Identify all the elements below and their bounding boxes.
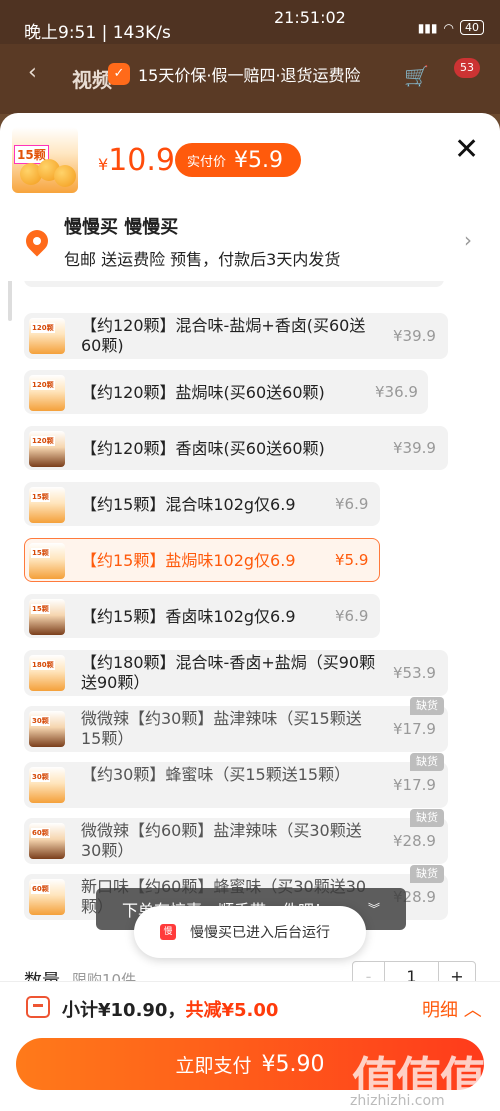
option-thumb-tag: 60颗	[31, 828, 50, 838]
option-label: 【约15颗】香卤味102g仅6.9	[81, 607, 296, 626]
address-desc[interactable]: 包邮 送运费险 预售，付款后3天内发货	[64, 246, 340, 270]
option-thumbnail: 30颗	[29, 767, 65, 803]
cart-icon: 🛒	[404, 64, 429, 88]
original-price-value: 10.9	[108, 143, 175, 178]
option-thumb-tag: 30颗	[31, 716, 50, 726]
order-summary: 小计¥10.90，共减¥5.00 明细 ︿	[0, 981, 500, 1031]
chevron-right-icon[interactable]: ›	[464, 228, 472, 252]
option-price: ¥53.9	[393, 664, 436, 682]
pay-button-amount: ¥5.90	[261, 1051, 325, 1077]
option-label: 【约15颗】盐焗味102g仅6.9	[81, 551, 296, 570]
option-thumbnail: 180颗	[29, 655, 65, 691]
option-thumbnail: 120颗	[29, 375, 65, 411]
option-price: ¥39.9	[393, 439, 436, 457]
background-title: 视频	[72, 68, 112, 92]
option-label: 【约120颗】盐焗味(买60送60颗)	[81, 383, 325, 402]
option-thumb-tag: 15颗	[31, 604, 50, 614]
original-price: ¥10.9	[98, 143, 175, 178]
status-clock: 21:51:02	[274, 8, 346, 27]
watermark-url: zhizhizhi.com	[350, 1093, 445, 1109]
sku-option-selected[interactable]: 15颗 【约15颗】盐焗味102g仅6.9 ¥5.9	[24, 538, 380, 582]
actual-price-value: ¥5.9	[234, 148, 283, 173]
sku-option[interactable]: 15颗 【约15颗】混合味102g仅6.9 ¥6.9	[24, 482, 380, 526]
option-price: ¥6.9	[335, 495, 369, 513]
option-thumbnail: 15颗	[29, 543, 65, 579]
option-price: ¥39.9	[393, 327, 436, 345]
out-of-stock-badge: 缺货	[410, 697, 444, 715]
product-ball-icon	[54, 165, 76, 187]
status-icons: ▮▮▮ ◠ 40	[418, 20, 484, 35]
option-thumb-tag: 60颗	[31, 884, 50, 894]
background-run-text: 慢慢买已进入后台运行	[190, 925, 330, 941]
sku-option[interactable]: 180颗 【约180颗】混合味-香卤+盐焗（买90颗送90颗） ¥53.9	[24, 650, 448, 696]
status-left-text: 晚上9:51 | 143K/s	[24, 23, 171, 43]
discount-text: 共减¥5.00	[185, 1000, 279, 1021]
actual-price-label: 实付价	[187, 154, 227, 170]
sku-option[interactable]: 120颗 【约120颗】混合味-盐焗+香卤(买60送60颗) ¥39.9	[24, 313, 448, 359]
product-thumbnail[interactable]: 15颗	[12, 127, 78, 193]
option-thumb-tag: 15颗	[31, 548, 50, 558]
actual-price-pill: 实付价 ¥5.9	[175, 143, 301, 177]
out-of-stock-badge: 缺货	[410, 809, 444, 827]
sku-option-list[interactable]: 120颗 【约120颗】混合味-盐焗+香卤(买60送60颗) ¥39.9 120…	[0, 281, 500, 949]
option-label: 【约120颗】香卤味(买60送60颗)	[81, 439, 325, 458]
option-thumbnail: 30颗	[29, 711, 65, 747]
option-label: 【约30颗】蜂蜜味（买15颗送15颗）	[81, 765, 351, 784]
option-thumb-tag: 120颗	[31, 436, 55, 446]
sku-option-out-of-stock[interactable]: 60颗 微微辣【约60颗】盐津辣味（买30颗送30颗） ¥28.9	[24, 818, 448, 864]
currency-symbol: ¥	[98, 155, 109, 174]
close-icon[interactable]: ✕	[454, 135, 479, 165]
chevron-double-down-icon[interactable]: ︾	[368, 900, 380, 917]
partially-hidden-option	[24, 281, 444, 287]
option-label: 微微辣【约60颗】盐津辣味（买30颗送30颗）	[81, 821, 362, 860]
currency-symbol: ¥	[234, 147, 249, 173]
guarantee-text: 15天价保·假一赔四·退货运费险	[138, 66, 361, 85]
option-price: ¥6.9	[335, 607, 369, 625]
option-thumb-tag: 120颗	[31, 380, 55, 390]
battery-icon: 40	[460, 20, 484, 35]
subtotal-text: 小计¥10.90，	[62, 1000, 186, 1021]
scrollbar[interactable]	[8, 281, 12, 321]
option-thumbnail: 60颗	[29, 823, 65, 859]
sku-option-out-of-stock[interactable]: 30颗 【约30颗】蜂蜜味（买15颗送15颗） ¥17.9	[24, 762, 448, 808]
option-thumbnail: 120颗	[29, 318, 65, 354]
back-icon: ‹	[28, 60, 37, 85]
sku-option[interactable]: 120颗 【约120颗】盐焗味(买60送60颗) ¥36.9	[24, 370, 428, 414]
option-price: ¥36.9	[375, 383, 418, 401]
option-label: 微微辣【约30颗】盐津辣味（买15颗送15颗）	[81, 709, 362, 748]
option-thumbnail: 15颗	[29, 599, 65, 635]
option-thumb-tag: 120颗	[31, 323, 55, 333]
location-pin-icon	[21, 225, 53, 257]
sku-sheet: 15颗 ¥10.9 实付价 ¥5.9 ✕ 慢慢买 慢慢买 包邮 送运费险 预售，…	[0, 113, 500, 1111]
sku-option-out-of-stock[interactable]: 30颗 微微辣【约30颗】盐津辣味（买15颗送15颗） ¥17.9	[24, 706, 448, 752]
app-icon: 慢	[160, 924, 176, 940]
sku-option[interactable]: 120颗 【约120颗】香卤味(买60送60颗) ¥39.9	[24, 426, 448, 470]
address-name[interactable]: 慢慢买 慢慢买	[64, 213, 178, 239]
option-price: ¥5.9	[335, 551, 369, 569]
option-thumbnail: 60颗	[29, 879, 65, 915]
wifi-icon: ◠	[443, 20, 454, 35]
background-run-toast: 慢 慢慢买已进入后台运行	[134, 906, 366, 958]
summary-text: 小计¥10.90，共减¥5.00	[62, 996, 278, 1022]
option-thumb-tag: 180颗	[31, 660, 55, 670]
option-label: 【约120颗】混合味-盐焗+香卤(买60送60颗)	[81, 316, 366, 355]
guarantee-banner: ✓ 15天价保·假一赔四·退货运费险	[108, 62, 361, 86]
sku-option[interactable]: 15颗 【约15颗】香卤味102g仅6.9 ¥6.9	[24, 594, 380, 638]
option-thumbnail: 15颗	[29, 487, 65, 523]
option-thumb-tag: 15颗	[31, 492, 50, 502]
detail-toggle[interactable]: 明细 ︿	[422, 996, 482, 1022]
out-of-stock-badge: 缺货	[410, 753, 444, 771]
coupon-icon	[26, 996, 50, 1018]
option-label: 【约15颗】混合味102g仅6.9	[81, 495, 296, 514]
cart-badge: 53	[454, 58, 480, 78]
option-thumb-tag: 30颗	[31, 772, 50, 782]
option-thumbnail: 120颗	[29, 431, 65, 467]
actual-price-number: 5.9	[248, 147, 284, 173]
pay-button-label: 立即支付	[175, 1054, 252, 1077]
shield-check-icon: ✓	[108, 63, 130, 85]
out-of-stock-badge: 缺货	[410, 865, 444, 883]
signal-icon: ▮▮▮	[417, 20, 438, 35]
option-label: 【约180颗】混合味-香卤+盐焗（买90颗送90颗）	[81, 653, 376, 692]
